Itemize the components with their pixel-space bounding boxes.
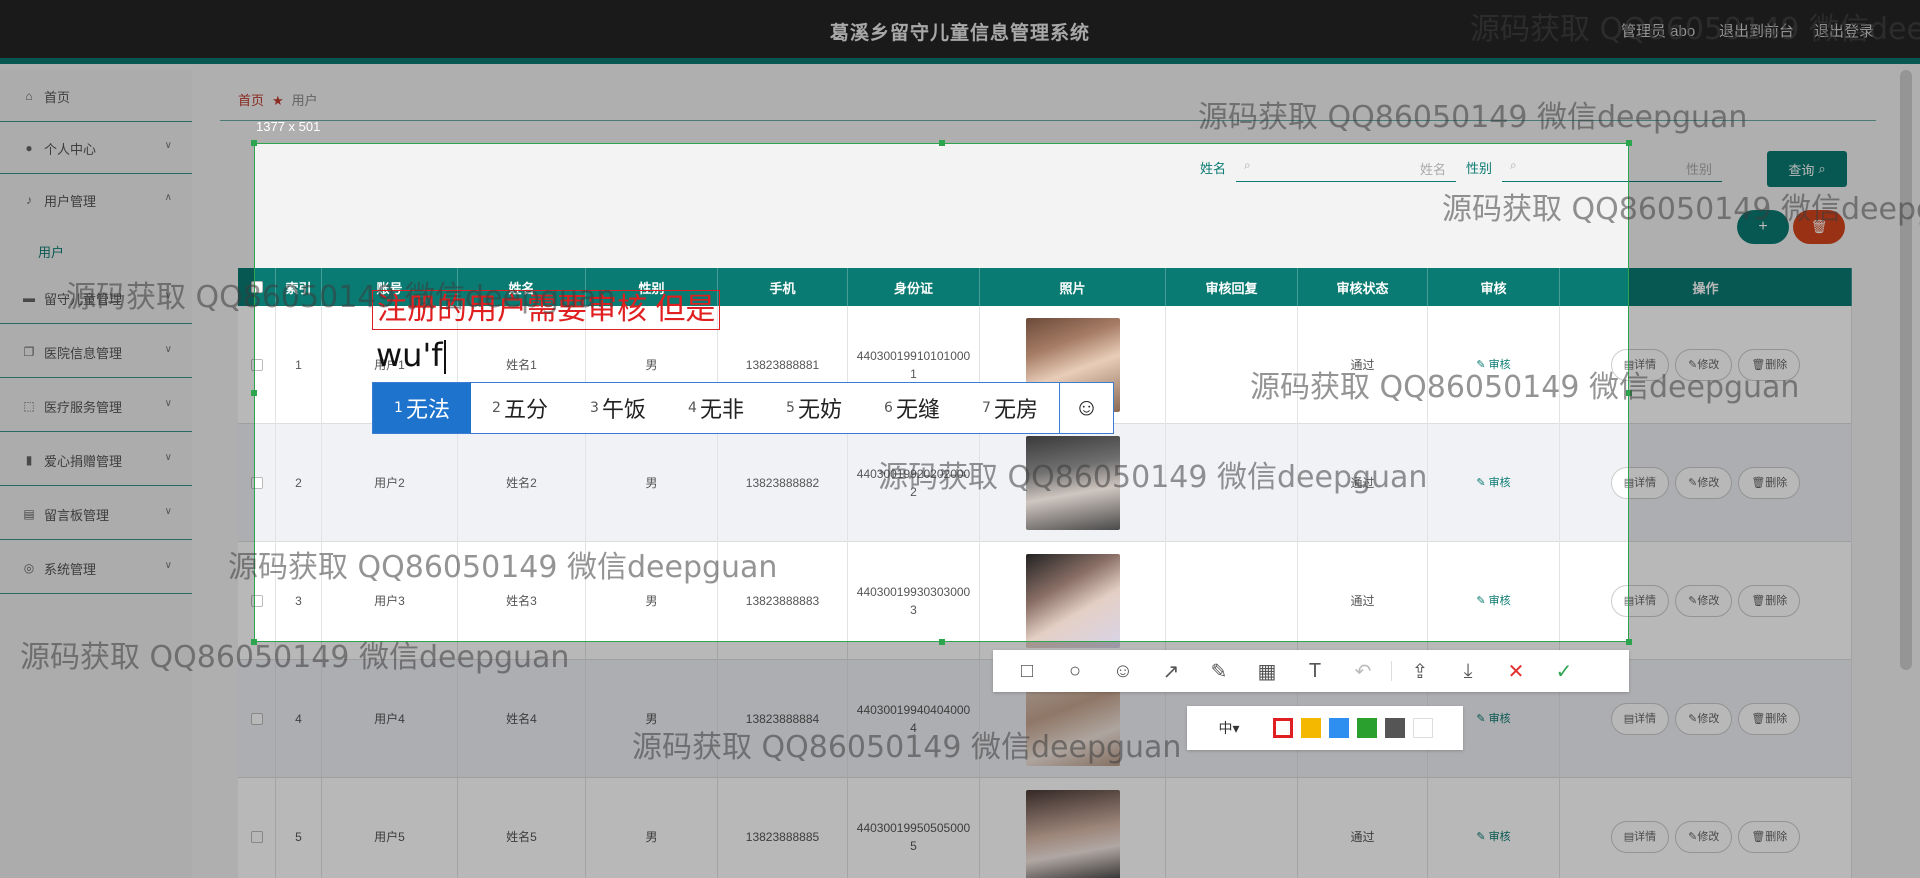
resize-handle[interactable] [251,639,257,645]
color-swatch-white[interactable] [1413,718,1433,738]
color-swatch-blue[interactable] [1329,718,1349,738]
mosaic-icon[interactable]: ▦ [1243,650,1291,692]
download-icon[interactable]: ⤓ [1444,650,1492,692]
font-size-select[interactable]: 中 ▾ [1199,715,1259,741]
color-swatch-gray[interactable] [1385,718,1405,738]
pen-icon[interactable]: ✎ [1195,650,1243,692]
color-swatch-yellow[interactable] [1301,718,1321,738]
app-root: 葛溪乡留守儿童信息管理系统 管理员 abo 退出到前台 退出登录 ⌂ 首页 ● … [0,0,1920,878]
ime-composition: wu'f [376,336,446,374]
resize-handle[interactable] [1626,639,1632,645]
ime-candidate[interactable]: 5 无妨 [765,383,863,433]
emoji-icon[interactable]: ☺ [1059,383,1113,433]
undo-icon[interactable]: ↶ [1339,650,1387,692]
share-icon[interactable]: ⇪ [1396,650,1444,692]
capture-dim-bottom [0,642,1920,878]
resize-handle[interactable] [251,390,257,396]
capture-size-label: 1377 x 501 [256,119,321,134]
ime-candidate[interactable]: 3 午饭 [569,383,667,433]
capture-dim-left [0,143,254,642]
resize-handle[interactable] [939,140,945,146]
ime-candidate[interactable]: 1 无法 [373,383,471,433]
ime-candidate[interactable]: 4 无非 [667,383,765,433]
ime-pinyin: wu'f [376,336,443,374]
resize-handle[interactable] [1626,390,1632,396]
ellipse-icon[interactable]: ○ [1051,650,1099,692]
ime-candidate[interactable]: 6 无缝 [863,383,961,433]
confirm-icon[interactable]: ✓ [1540,650,1588,692]
color-swatch-green[interactable] [1357,718,1377,738]
capture-dim-right [1629,143,1920,642]
cancel-icon[interactable]: ✕ [1492,650,1540,692]
rectangle-icon[interactable]: □ [1003,650,1051,692]
capture-toolbar: □ ○ ☺ ↗ ✎ ▦ T ↶ ⇪ ⤓ ✕ ✓ [993,650,1629,692]
toolbar-divider [1391,661,1392,681]
ime-candidate-bar: 1 无法 2 五分 3 午饭 4 无非 5 无妨 6 无缝 7 无房 ☺ [372,382,1114,434]
text-icon[interactable]: T [1291,650,1339,692]
resize-handle[interactable] [939,639,945,645]
annotation-text[interactable]: 注册的用户需要审核 但是 [372,290,721,330]
resize-handle[interactable] [1626,140,1632,146]
ime-candidate[interactable]: 2 五分 [471,383,569,433]
arrow-icon[interactable]: ↗ [1147,650,1195,692]
resize-handle[interactable] [251,140,257,146]
color-swatch-red[interactable] [1273,718,1293,738]
text-caret [443,340,446,374]
sticker-icon[interactable]: ☺ [1099,650,1147,692]
text-style-toolbar: 中 ▾ [1187,706,1463,750]
ime-candidate[interactable]: 7 无房 [961,383,1059,433]
